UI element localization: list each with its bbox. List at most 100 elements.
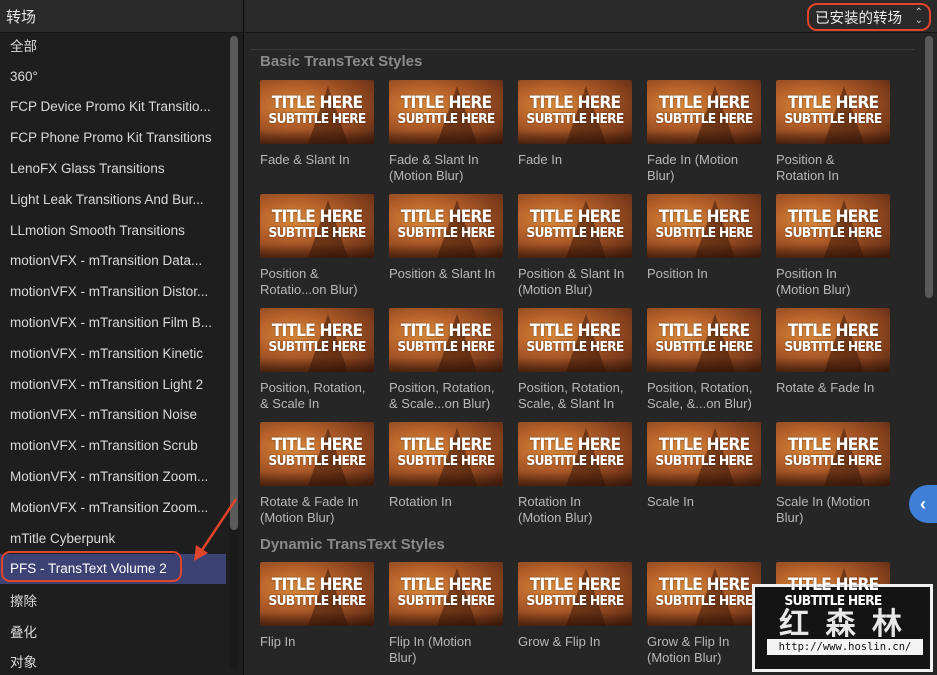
transition-thumbnail[interactable]: TITLE HERE SUBTITLE HERE <box>260 308 374 372</box>
sidebar-item[interactable]: motionVFX - mTransition Data... <box>0 246 226 277</box>
transition-thumbnail[interactable]: TITLE HERE SUBTITLE HERE <box>260 80 374 144</box>
thumbnail-title-text: TITLE HERE <box>529 435 621 455</box>
transition-thumbnail[interactable]: TITLE HERE SUBTITLE HERE <box>647 194 761 258</box>
sidebar-item[interactable]: LLmotion Smooth Transitions <box>0 215 226 246</box>
sidebar-item[interactable]: motionVFX - mTransition Noise <box>0 400 226 431</box>
thumbnail-subtitle-text: SUBTITLE HERE <box>655 594 753 609</box>
thumbnail-title-text: TITLE HERE <box>400 207 492 227</box>
transition-thumbnail[interactable]: TITLE HERE SUBTITLE HERE <box>647 308 761 372</box>
thumbnail-subtitle-text: SUBTITLE HERE <box>784 594 882 609</box>
thumbnail-subtitle-text: SUBTITLE HERE <box>655 226 753 241</box>
transition-thumbnail[interactable]: TITLE HERE SUBTITLE HERE <box>518 308 632 372</box>
thumbnail-subtitle-text: SUBTITLE HERE <box>655 112 753 127</box>
transition-label: Position, Rotation, & Scale In <box>260 380 366 411</box>
transition-label: Flip In (Motion Blur) <box>389 634 472 665</box>
transition-thumbnail[interactable]: TITLE HERE SUBTITLE HERE <box>389 308 503 372</box>
thumbnail-title-text: TITLE HERE <box>271 207 363 227</box>
transition-thumbnail[interactable]: TITLE HERE SUBTITLE HERE <box>389 80 503 144</box>
transition-thumbnail[interactable]: TITLE HERE SUBTITLE HERE <box>647 562 761 626</box>
transition-thumbnail[interactable]: TITLE HERE SUBTITLE HERE <box>647 80 761 144</box>
thumbnail-subtitle-text: SUBTITLE HERE <box>526 112 624 127</box>
thumbnail-title-text: TITLE HERE <box>658 207 750 227</box>
sidebar-item[interactable]: PFS - TransText Volume 2 <box>0 553 226 585</box>
sidebar-item[interactable]: motionVFX - mTransition Scrub <box>0 430 226 461</box>
sidebar-item[interactable]: LenoFX Glass Transitions <box>0 153 226 184</box>
sidebar-item[interactable]: 叠化 <box>0 615 226 646</box>
transition-label: Rotation In <box>389 494 452 509</box>
transition-tile[interactable]: TITLE HERE SUBTITLE HERE Rotation In <box>389 422 503 536</box>
transition-tile[interactable]: TITLE HERE SUBTITLE HERE Fade & Slant In (… <box>389 80 503 194</box>
browser-scrollbar[interactable] <box>925 36 933 668</box>
transition-label: Scale In (Motion Blur) <box>776 494 870 525</box>
transition-thumbnail[interactable]: TITLE HERE SUBTITLE HERE <box>260 422 374 486</box>
transition-tile[interactable]: TITLE HERE SUBTITLE HERE Grow & Flip In (M… <box>647 562 761 675</box>
transition-thumbnail[interactable]: TITLE HERE SUBTITLE HERE <box>260 194 374 258</box>
sidebar-item[interactable]: motionVFX - mTransition Kinetic <box>0 338 226 369</box>
sidebar-item[interactable]: 360° <box>0 61 226 92</box>
transition-tile[interactable]: TITLE HERE SUBTITLE HERE Position & Rotati… <box>260 194 374 308</box>
sidebar-item[interactable]: 对象 <box>0 646 226 675</box>
transition-tile[interactable]: TITLE HERE SUBTITLE HERE Position, Rotatio… <box>518 308 632 422</box>
transition-tile[interactable]: TITLE HERE SUBTITLE HERE Rotate & Fade In … <box>260 422 374 536</box>
thumbnail-title-text: TITLE HERE <box>658 435 750 455</box>
transition-thumbnail[interactable]: TITLE HERE SUBTITLE HERE <box>260 562 374 626</box>
sidebar-item[interactable]: motionVFX - mTransition Light 2 <box>0 369 226 400</box>
sidebar-item[interactable]: MotionVFX - mTransition Zoom... <box>0 492 226 523</box>
transition-thumbnail[interactable]: TITLE HERE SUBTITLE HERE <box>647 422 761 486</box>
transition-thumbnail[interactable]: TITLE HERE SUBTITLE HERE <box>776 194 890 258</box>
thumbnail-subtitle-text: SUBTITLE HERE <box>268 112 366 127</box>
browser-topbar: 已安装的转场 ⌃ ⌄ <box>245 0 937 33</box>
transition-thumbnail[interactable]: TITLE HERE SUBTITLE HERE <box>518 194 632 258</box>
transition-tile[interactable]: TITLE HERE SUBTITLE HERE Flip In (Motion B… <box>389 562 503 675</box>
sidebar-scrollbar-thumb[interactable] <box>230 36 238 530</box>
transition-thumbnail[interactable]: TITLE HERE SUBTITLE HERE <box>776 422 890 486</box>
transition-thumbnail[interactable]: TITLE HERE SUBTITLE HERE <box>389 194 503 258</box>
transition-tile[interactable]: TITLE HERE SUBTITLE HERE Rotation In (Moti… <box>518 422 632 536</box>
sidebar-item[interactable]: motionVFX - mTransition Film B... <box>0 307 226 338</box>
transition-tile[interactable]: TITLE HERE SUBTITLE HERE Fade & Slant In <box>260 80 374 194</box>
transition-thumbnail[interactable]: TITLE HERE SUBTITLE HERE <box>518 422 632 486</box>
sidebar-item[interactable]: MotionVFX - mTransition Zoom... <box>0 461 226 492</box>
thumbnail-subtitle-text: SUBTITLE HERE <box>784 454 882 469</box>
transition-label: Position & Rotation In <box>776 152 839 183</box>
sidebar-item[interactable]: FCP Phone Promo Kit Transitions <box>0 122 226 153</box>
installed-transitions-dropdown[interactable]: 已安装的转场 ⌃ ⌄ <box>807 3 931 31</box>
transition-thumbnail[interactable]: TITLE HERE SUBTITLE HERE <box>389 422 503 486</box>
thumbnail-subtitle-text: SUBTITLE HERE <box>655 454 753 469</box>
browser-scrollbar-thumb[interactable] <box>925 36 933 298</box>
sidebar-item[interactable]: mTitle Cyberpunk <box>0 523 226 554</box>
transition-tile[interactable]: TITLE HERE SUBTITLE HERE Position, Rotatio… <box>647 308 761 422</box>
sidebar-item[interactable]: 全部 <box>0 30 226 61</box>
thumbnail-subtitle-text: SUBTITLE HERE <box>784 340 882 355</box>
transition-thumbnail[interactable]: TITLE HERE SUBTITLE HERE <box>518 80 632 144</box>
transition-tile[interactable]: TITLE HERE SUBTITLE HERE Scale In <box>647 422 761 536</box>
transition-label: Rotate & Fade In (Motion Blur) <box>260 494 359 525</box>
thumbnail-title-text: TITLE HERE <box>271 575 363 595</box>
transition-tile[interactable]: TITLE HERE SUBTITLE HERE Rotate & Fade In <box>776 308 890 422</box>
transition-tile[interactable]: TITLE HERE SUBTITLE HERE Fade In <box>518 80 632 194</box>
thumbnail-title-text: TITLE HERE <box>529 575 621 595</box>
transition-thumbnail[interactable]: TITLE HERE SUBTITLE HERE <box>389 562 503 626</box>
sidebar-item[interactable]: 擦除 <box>0 584 226 615</box>
thumbnail-subtitle-text: SUBTITLE HERE <box>784 112 882 127</box>
transition-tile[interactable]: TITLE HERE SUBTITLE HERE Position & Slant … <box>389 194 503 308</box>
transition-thumbnail[interactable]: TITLE HERE SUBTITLE HERE <box>518 562 632 626</box>
sidebar-item[interactable]: Light Leak Transitions And Bur... <box>0 184 226 215</box>
transition-tile[interactable]: TITLE HERE SUBTITLE HERE Position & Slant … <box>518 194 632 308</box>
transition-thumbnail[interactable]: TITLE HERE SUBTITLE HERE <box>776 80 890 144</box>
transition-tile[interactable]: TITLE HERE SUBTITLE HERE Position In (Moti… <box>776 194 890 308</box>
transition-tile[interactable]: TITLE HERE SUBTITLE HERE Position In <box>647 194 761 308</box>
thumbnail-title-text: TITLE HERE <box>787 435 879 455</box>
transition-tile[interactable]: TITLE HERE SUBTITLE HERE Grow & Flip In <box>518 562 632 675</box>
transition-tile[interactable]: TITLE HERE SUBTITLE HERE Fade In (Motion B… <box>647 80 761 194</box>
transition-tile[interactable]: TITLE HERE SUBTITLE HERE Position, Rotatio… <box>260 308 374 422</box>
transition-tile[interactable]: TITLE HERE SUBTITLE HERE Position & Rotati… <box>776 80 890 194</box>
sidebar-scrollbar[interactable] <box>230 36 238 668</box>
transition-thumbnail[interactable]: TITLE HERE SUBTITLE HERE <box>776 308 890 372</box>
sidebar-item[interactable]: FCP Device Promo Kit Transitio... <box>0 92 226 123</box>
sidebar-item[interactable]: motionVFX - mTransition Distor... <box>0 276 226 307</box>
transition-tile[interactable]: TITLE HERE SUBTITLE HERE Scale In (Motion … <box>776 422 890 536</box>
transition-tile[interactable]: TITLE HERE SUBTITLE HERE Position, Rotatio… <box>389 308 503 422</box>
transition-tile[interactable]: TITLE HERE SUBTITLE HERE Flip In <box>260 562 374 675</box>
thumbnail-title-text: TITLE HERE <box>271 321 363 341</box>
